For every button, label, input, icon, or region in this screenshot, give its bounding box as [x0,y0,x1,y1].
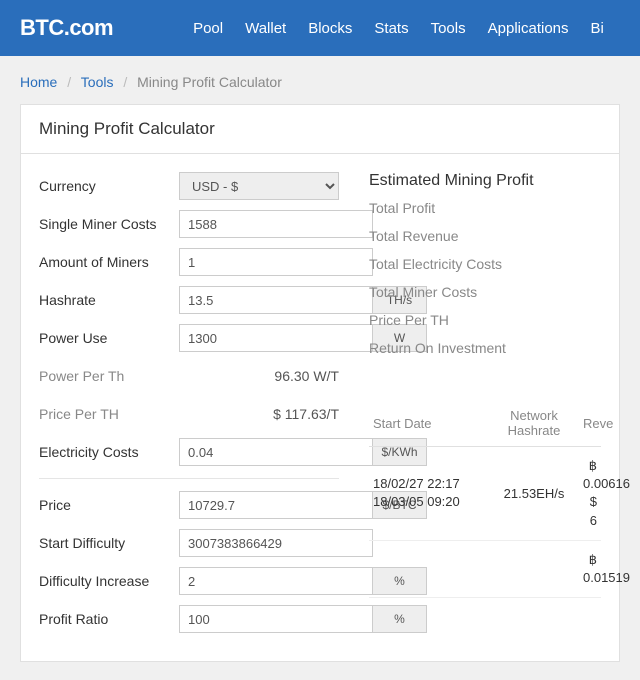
form-panel: Currency USD - $ Single Miner Costs Amou… [39,172,339,643]
breadcrumb-sep: / [123,74,127,90]
row-date-end: 18/03/05 09:20 [373,493,485,511]
nav-stats[interactable]: Stats [374,20,408,37]
amount-of-miners-input[interactable] [179,248,373,276]
power-per-th-label: Power Per Th [39,368,179,384]
hashrate-label: Hashrate [39,292,179,308]
profit-ratio-label: Profit Ratio [39,611,179,627]
logo[interactable]: BTC.com [20,15,113,41]
page-title: Mining Profit Calculator [21,105,619,154]
stat-total-miner-costs: Total Miner Costs [369,284,601,300]
row-rev-usd: $ 6 [583,493,597,529]
app-header: BTC.com Pool Wallet Blocks Stats Tools A… [0,0,640,56]
breadcrumb-sep: / [67,74,71,90]
price-per-th-label: Price Per TH [39,406,179,422]
price-label: Price [39,497,179,513]
breadcrumb-tools[interactable]: Tools [81,74,114,90]
nav-tools[interactable]: Tools [431,20,466,37]
difficulty-increase-input[interactable] [179,567,373,595]
nav-pool[interactable]: Pool [193,20,223,37]
start-difficulty-input[interactable] [179,529,373,557]
form-divider [39,478,339,479]
power-use-label: Power Use [39,330,179,346]
nav-wallet[interactable]: Wallet [245,20,286,37]
electricity-costs-input[interactable] [179,438,373,466]
start-difficulty-label: Start Difficulty [39,535,179,551]
power-per-th-value: 96.30 W/T [179,368,339,384]
nav-applications[interactable]: Applications [488,20,569,37]
results-panel: Estimated Mining Profit Total Profit Tot… [369,172,601,643]
difficulty-increase-label: Difficulty Increase [39,573,179,589]
amount-of-miners-label: Amount of Miners [39,254,179,270]
single-miner-costs-label: Single Miner Costs [39,216,179,232]
breadcrumb: Home / Tools / Mining Profit Calculator [20,74,620,90]
table-row: ฿ 0.01519 [369,541,601,598]
stat-price-per-th: Price Per TH [369,312,601,328]
row-rev-btc: ฿ 0.01519 [583,551,597,587]
breadcrumb-home[interactable]: Home [20,74,57,90]
price-input[interactable] [179,491,373,519]
currency-select[interactable]: USD - $ [179,172,339,200]
stat-roi: Return On Investment [369,340,601,356]
main-nav: Pool Wallet Blocks Stats Tools Applicati… [193,20,604,37]
row-date-start: 18/02/27 22:17 [373,475,485,493]
power-use-input[interactable] [179,324,373,352]
electricity-costs-label: Electricity Costs [39,444,179,460]
row-rev-btc: ฿ 0.00616 [583,457,597,493]
col-network-hashrate: Network Hashrate [489,408,579,438]
currency-label: Currency [39,178,179,194]
nav-blocks[interactable]: Blocks [308,20,352,37]
content-area: Home / Tools / Mining Profit Calculator … [0,56,640,680]
results-table: Start Date Network Hashrate Reve 18/02/2… [369,400,601,598]
table-row: 18/02/27 22:17 18/03/05 09:20 21.53EH/s … [369,447,601,541]
price-per-th-value: $ 117.63/T [179,406,339,422]
main-card: Mining Profit Calculator Currency USD - … [20,104,620,662]
results-title: Estimated Mining Profit [369,172,601,190]
hashrate-input[interactable] [179,286,373,314]
breadcrumb-current: Mining Profit Calculator [137,74,282,90]
stat-total-electricity-costs: Total Electricity Costs [369,256,601,272]
col-revenue: Reve [579,416,601,431]
col-start-date: Start Date [369,416,489,431]
single-miner-costs-input[interactable] [179,210,373,238]
row-hashrate: 21.53EH/s [489,486,579,501]
profit-ratio-input[interactable] [179,605,373,633]
stat-total-profit: Total Profit [369,200,601,216]
table-header: Start Date Network Hashrate Reve [369,400,601,447]
nav-bitcoin[interactable]: Bi [591,20,604,37]
stat-total-revenue: Total Revenue [369,228,601,244]
